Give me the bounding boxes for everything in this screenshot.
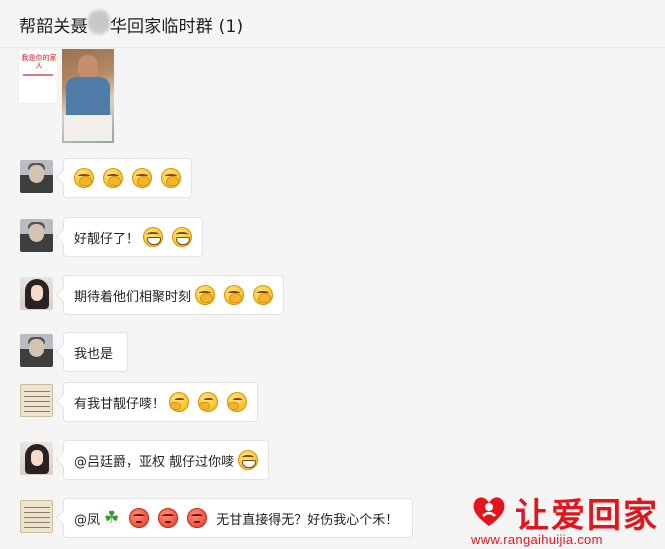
photo-person-shirt (66, 77, 110, 117)
watermark-url: www.rangaihuijia.com (471, 532, 603, 547)
message-text: 无甘直接得无？好伤我心个禾！ (216, 512, 399, 528)
mention-text: @凤 (74, 512, 101, 528)
cover-mouth-emoji-icon (103, 168, 123, 188)
watermark-brand: 让爱回家 (515, 496, 659, 536)
angry-emoji-icon (187, 508, 208, 528)
avatar[interactable] (20, 500, 53, 533)
angry-emoji-icon (129, 508, 150, 528)
message-bubble[interactable]: @凤 ☘ 无甘直接得无？好伤我心个禾！ (63, 498, 414, 538)
thinking-emoji-icon (227, 392, 248, 412)
poster-text: 我是你的家人 (21, 54, 57, 70)
photo-paper (64, 115, 112, 141)
message-bubble[interactable]: 期待着他们相聚时刻 (63, 275, 285, 315)
chat-title-bar: 帮韶关聂 华回家临时群 (1) (0, 0, 665, 48)
chat-title: 帮韶关聂 华回家临时群 (1) (19, 17, 244, 37)
message-text: 有我甘靓仔嘜！ (74, 396, 166, 412)
avatar[interactable] (20, 334, 53, 367)
grin-emoji-icon (238, 450, 259, 470)
thinking-emoji-icon (169, 392, 190, 412)
thinking-emoji-icon (198, 392, 219, 412)
message-text: 好靓仔了！ (74, 231, 140, 247)
cover-mouth-emoji-icon (74, 168, 94, 188)
message-text: @吕廷爵，亚权 靓仔过你嘜 (74, 454, 235, 470)
avatar[interactable] (20, 384, 53, 417)
cover-mouth-emoji-icon (132, 168, 152, 188)
message-bubble[interactable] (63, 158, 192, 198)
poster-subline (23, 74, 53, 76)
watermark-logo: 让爱回家 www.rangaihuijia.com (463, 488, 663, 548)
cover-mouth-emoji-icon (195, 285, 216, 305)
avatar[interactable] (20, 160, 53, 193)
avatar[interactable] (20, 219, 53, 252)
redacted-name-blur (88, 10, 110, 34)
message-bubble[interactable]: 我也是 (63, 332, 129, 372)
avatar[interactable] (20, 442, 53, 475)
heart-hands-icon (473, 497, 505, 526)
cover-mouth-emoji-icon (253, 285, 274, 305)
message-bubble[interactable]: 好靓仔了！ (63, 217, 204, 257)
grin-emoji-icon (143, 227, 164, 247)
shared-photo[interactable] (62, 49, 114, 143)
cover-mouth-emoji-icon (161, 168, 181, 188)
angry-emoji-icon (158, 508, 179, 528)
grin-emoji-icon (172, 227, 193, 247)
message-text: 我也是 (74, 346, 114, 362)
cover-mouth-emoji-icon (224, 285, 245, 305)
shared-poster-thumbnail[interactable]: 我是你的家人 (18, 49, 58, 104)
photo-person-head (78, 55, 98, 79)
message-text: 期待着他们相聚时刻 (74, 289, 192, 305)
message-bubble[interactable]: 有我甘靓仔嘜！ (63, 382, 259, 422)
avatar[interactable] (20, 277, 53, 310)
message-bubble[interactable]: @吕廷爵，亚权 靓仔过你嘜 (63, 440, 270, 480)
clover-emoji-icon: ☘ (104, 507, 120, 528)
